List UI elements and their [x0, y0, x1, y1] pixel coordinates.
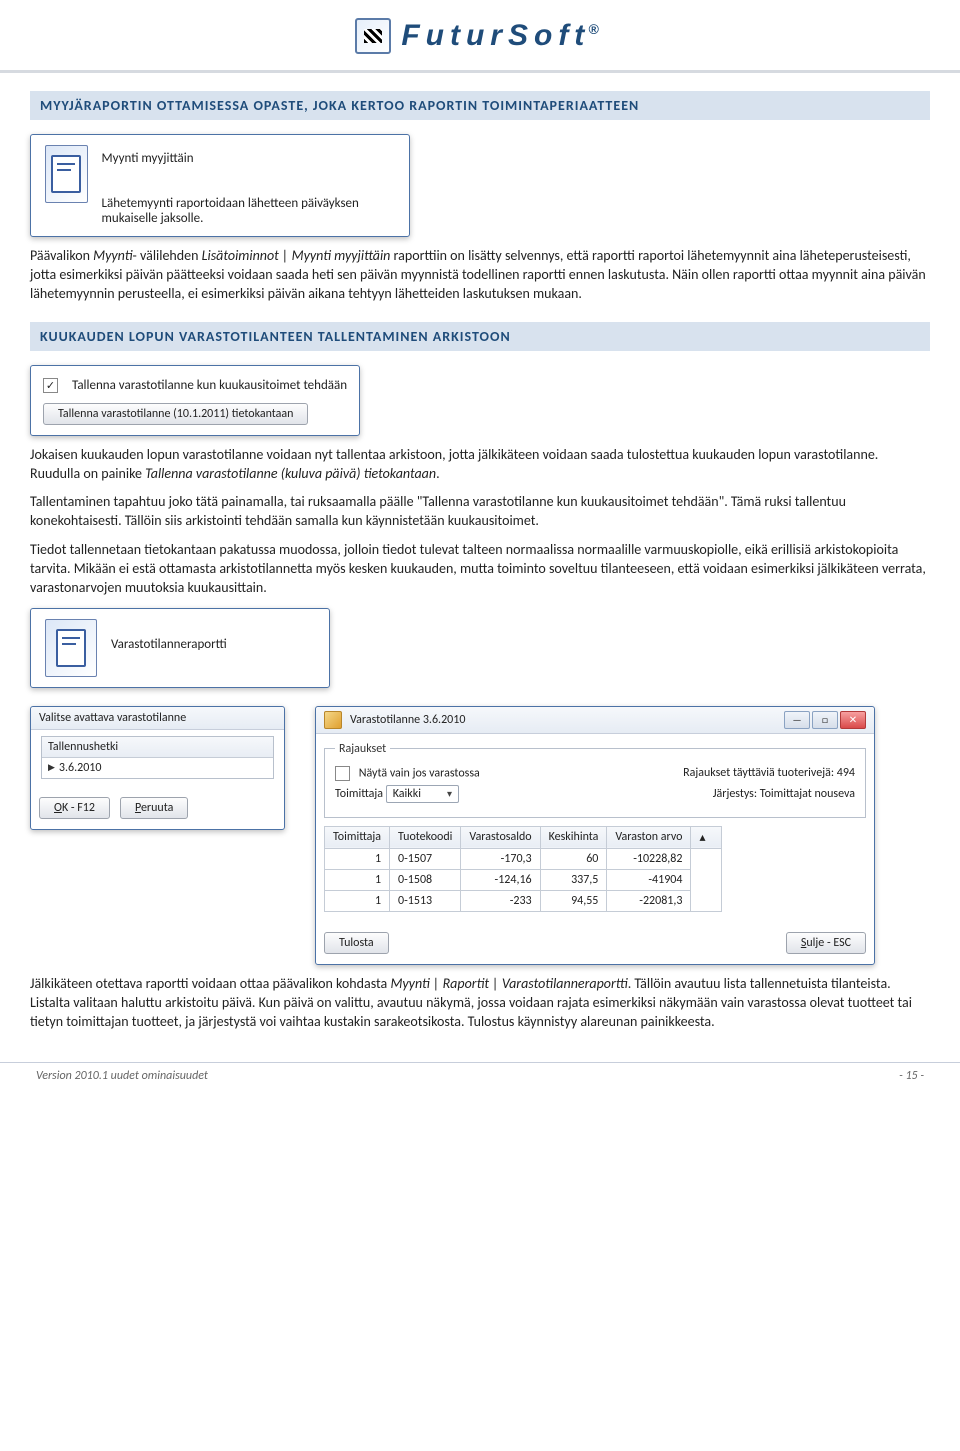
ok-button[interactable]: OK - F12 — [39, 797, 110, 819]
section2-p2: Tallentaminen tapahtuu joko tätä painama… — [30, 493, 930, 531]
section1-paragraph: Päävalikon Myynti- välilehden Lisätoimin… — [30, 247, 930, 304]
archive-panel: ✓ Tallenna varastotilanne kun kuukausito… — [30, 365, 360, 436]
archive-checkbox-label: Tallenna varastotilanne kun kuukausitoim… — [72, 378, 347, 393]
panel-desc: Lähetemyynti raportoidaan lähetteen päiv… — [102, 196, 395, 226]
table-row[interactable]: 1 0-1508 -124,16 337,5 -41904 — [325, 869, 722, 890]
rows-count-label: Rajaukset täyttäviä tuoterivejä: 494 — [683, 766, 855, 780]
col-tuotekoodi[interactable]: Tuotekoodi — [390, 826, 461, 848]
window-icon — [324, 711, 342, 729]
report-button-panel: Varastotilanneraportti — [30, 608, 330, 688]
section2-p1: Jokaisen kuukauden lopun varastotilanne … — [30, 446, 930, 484]
print-button[interactable]: Tulosta — [324, 932, 389, 954]
panel-title: Myynti myyjittäin — [102, 151, 395, 166]
report-dialog-title: Varastotilanne 3.6.2010 — [350, 713, 465, 727]
brand-name: FuturSoft® — [401, 19, 604, 53]
document-icon — [45, 145, 88, 203]
minimize-button[interactable]: — — [784, 711, 810, 729]
snapshot-row[interactable]: 3.6.2010 — [42, 758, 273, 778]
supplier-dropdown[interactable]: Kaikki — [386, 785, 459, 803]
only-stock-checkbox[interactable] — [335, 766, 350, 781]
footer-left: Version 2010.1 uudet ominaisuudet — [36, 1069, 208, 1083]
section1-title: MYYJÄRAPORTIN OTTAMISESSA OPASTE, JOKA K… — [30, 91, 930, 120]
col-toimittaja[interactable]: Toimittaja — [325, 826, 390, 848]
window-controls: — □ ✕ — [784, 711, 866, 729]
snapshot-list[interactable]: Tallennushetki 3.6.2010 — [41, 736, 274, 779]
table-header-row: Toimittaja Tuotekoodi Varastosaldo Keski… — [325, 826, 722, 848]
maximize-button[interactable]: □ — [812, 711, 838, 729]
divider — [0, 70, 960, 73]
save-snapshot-button[interactable]: Tallenna varastotilanne (10.1.2011) tiet… — [43, 403, 308, 425]
section2-p3: Tiedot tallennetaan tietokantaan pakatus… — [30, 541, 930, 598]
report-dialog: Varastotilanne 3.6.2010 — □ ✕ Rajaukset … — [315, 706, 875, 965]
col-varaston-arvo[interactable]: Varaston arvo — [607, 826, 691, 848]
select-snapshot-dialog: Valitse avattava varastotilanne Tallennu… — [30, 706, 285, 830]
cancel-button[interactable]: Peruuta — [120, 797, 188, 819]
table-row[interactable]: 1 0-1507 -170,3 60 -10228,82 — [325, 848, 722, 869]
archive-checkbox[interactable]: ✓ — [43, 378, 58, 393]
brand-header: FuturSoft® — [30, 0, 930, 66]
document-icon — [45, 619, 97, 677]
close-esc-button[interactable]: Sulje - ESC — [786, 932, 866, 954]
order-label: Järjestys: Toimittajat nouseva — [713, 787, 855, 801]
table-row[interactable]: 1 0-1513 -233 94,55 -22081,3 — [325, 890, 722, 911]
sales-report-panel: Myynti myyjittäin Lähetemyynti raportoid… — [30, 134, 410, 237]
close-button[interactable]: ✕ — [840, 711, 866, 729]
footer-page: - 15 - — [899, 1069, 924, 1083]
col-varastosaldo[interactable]: Varastosaldo — [461, 826, 540, 848]
section2-title: KUUKAUDEN LOPUN VARASTOTILANTEEN TALLENT… — [30, 322, 930, 351]
col-keskihinta[interactable]: Keskihinta — [540, 826, 607, 848]
page-footer: Version 2010.1 uudet ominaisuudet - 15 - — [30, 1069, 930, 1083]
only-stock-label: Näytä vain jos varastossa — [359, 766, 480, 780]
snapshot-col-header: Tallennushetki — [42, 737, 273, 758]
supplier-label: Toimittaja — [335, 787, 383, 801]
report-table: Toimittaja Tuotekoodi Varastosaldo Keski… — [324, 826, 722, 912]
scrollbar-up-icon[interactable]: ▴ — [691, 826, 722, 848]
scrollbar-track[interactable] — [691, 848, 722, 911]
filters-legend: Rajaukset — [335, 742, 390, 756]
report-button-label[interactable]: Varastotilanneraportti — [111, 637, 227, 652]
dialog-title: Valitse avattava varastotilanne — [39, 711, 186, 725]
brand-icon — [355, 18, 391, 54]
after-paragraph: Jälkikäteen otettava raportti voidaan ot… — [30, 975, 930, 1032]
filters-fieldset: Rajaukset Näytä vain jos varastossa Raja… — [324, 742, 866, 818]
footer-rule — [0, 1062, 960, 1063]
